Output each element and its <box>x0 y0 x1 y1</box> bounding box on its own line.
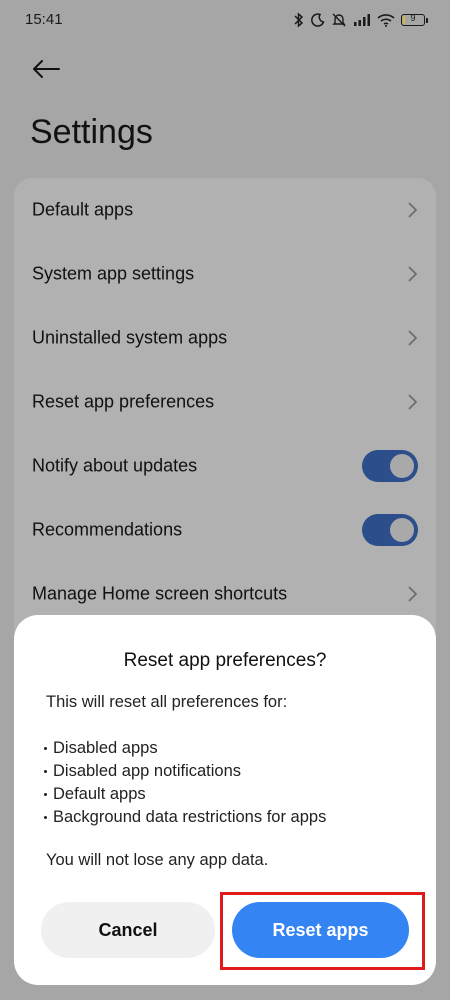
status-bar: 15:41 9 <box>0 0 450 40</box>
wifi-icon <box>377 13 395 27</box>
recommendations-toggle[interactable] <box>362 514 418 546</box>
status-icons: 9 <box>293 10 428 30</box>
list-item-text: Disabled apps <box>53 739 158 757</box>
status-time: 15:41 <box>25 11 63 28</box>
chevron-right-icon <box>408 202 418 218</box>
list-item: Disabled app notifications <box>44 760 326 783</box>
list-item: Default apps <box>44 783 326 806</box>
notify-updates-toggle[interactable] <box>362 450 418 482</box>
list-item: Background data restrictions for apps <box>44 806 326 829</box>
bullet <box>44 747 47 750</box>
list-item-text: Background data restrictions for apps <box>53 808 327 826</box>
settings-item-label: System app settings <box>32 263 195 284</box>
chevron-right-icon <box>408 330 418 346</box>
settings-item-label: Reset app preferences <box>32 391 215 412</box>
battery-level: 9 <box>410 13 416 23</box>
settings-list: Default apps System app settings Uninsta… <box>14 178 436 648</box>
bullet <box>44 793 47 796</box>
chevron-right-icon <box>408 266 418 282</box>
bluetooth-icon <box>293 12 305 28</box>
bullet <box>44 816 47 819</box>
bullet <box>44 770 47 773</box>
highlight-box <box>220 892 425 970</box>
settings-item-label: Default apps <box>32 199 134 220</box>
list-item-text: Default apps <box>53 785 146 803</box>
toggle-knob <box>390 518 414 542</box>
arrow-left-icon <box>31 59 61 84</box>
chevron-right-icon <box>408 394 418 410</box>
signal-icon <box>353 14 371 26</box>
dialog-title: Reset app preferences? <box>123 650 327 671</box>
page-title: Settings <box>30 113 153 151</box>
dialog-note: You will not lose any app data. <box>46 851 269 869</box>
chevron-right-icon <box>408 586 418 602</box>
list-item: Disabled apps <box>44 737 326 760</box>
settings-item-notify-about-updates: Notify about updates <box>14 436 436 496</box>
settings-item-label: Uninstalled system apps <box>32 327 228 348</box>
settings-item-reset-app-preferences[interactable]: Reset app preferences <box>14 372 436 432</box>
settings-item-uninstalled-system-apps[interactable]: Uninstalled system apps <box>14 308 436 368</box>
battery-body: 9 <box>401 13 425 26</box>
settings-item-label: Notify about updates <box>32 455 198 476</box>
battery-cap <box>426 17 428 23</box>
cancel-button[interactable]: Cancel <box>41 902 215 958</box>
moon-icon <box>311 13 325 27</box>
back-button[interactable] <box>28 55 64 87</box>
mute-icon <box>331 12 347 28</box>
settings-item-recommendations: Recommendations <box>14 500 436 560</box>
toggle-knob <box>390 454 414 478</box>
list-item-text: Disabled app notifications <box>53 762 242 780</box>
settings-item-default-apps[interactable]: Default apps <box>14 180 436 240</box>
settings-item-label: Manage Home screen shortcuts <box>32 583 288 604</box>
settings-item-system-app-settings[interactable]: System app settings <box>14 244 436 304</box>
dialog-intro: This will reset all preferences for: <box>46 693 288 711</box>
dialog-list: Disabled apps Disabled app notifications… <box>44 737 326 829</box>
battery-icon: 9 <box>401 13 428 26</box>
settings-item-label: Recommendations <box>32 519 183 540</box>
